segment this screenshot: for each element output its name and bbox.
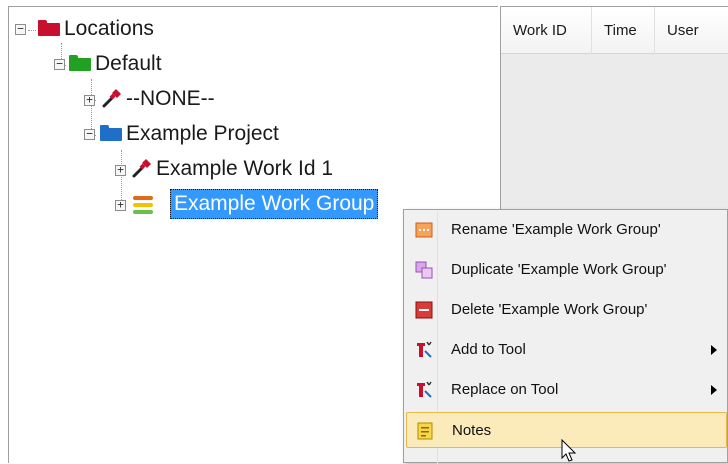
mouse-cursor-icon	[561, 439, 577, 462]
menu-item-rename[interactable]: Rename 'Example Work Group'	[406, 212, 727, 248]
submenu-arrow-icon	[711, 385, 717, 395]
menu-item-label: Replace on Tool	[451, 381, 559, 398]
submenu-arrow-icon	[711, 345, 717, 355]
tree-node-label: Example Work Id 1	[156, 157, 334, 180]
wrench-icon	[132, 159, 151, 178]
notes-icon	[417, 422, 433, 440]
add-to-tool-icon	[417, 341, 432, 358]
work-group-icon	[133, 196, 153, 214]
collapse-icon[interactable]: −	[15, 23, 26, 35]
menu-item-delete[interactable]: Delete 'Example Work Group'	[406, 292, 727, 328]
tree-connector	[28, 30, 36, 31]
collapse-icon[interactable]: −	[54, 58, 65, 70]
menu-item-label: Delete 'Example Work Group'	[451, 301, 648, 318]
tree-node-label: Locations	[64, 17, 154, 40]
blue-folder-icon	[100, 125, 122, 141]
menu-item-replace-on-tool[interactable]: Replace on Tool	[406, 372, 727, 408]
collapse-icon[interactable]: −	[84, 128, 95, 140]
expand-icon[interactable]: +	[84, 94, 95, 106]
column-header-time[interactable]: Time	[592, 7, 655, 54]
duplicate-icon	[415, 261, 433, 279]
menu-item-label: Duplicate 'Example Work Group'	[451, 261, 667, 278]
column-header-user[interactable]: User	[655, 7, 728, 54]
tree-node-label: --NONE--	[126, 87, 215, 110]
column-header-work-id[interactable]: Work ID	[501, 7, 592, 54]
expand-icon[interactable]: +	[115, 164, 126, 176]
delete-icon	[415, 301, 433, 319]
menu-item-label: Rename 'Example Work Group'	[451, 221, 661, 238]
tree-node-label: Default	[95, 52, 162, 75]
menu-item-label: Notes	[452, 422, 492, 439]
grid-header: Work ID Time User	[501, 7, 728, 54]
menu-item-add-to-tool[interactable]: Add to Tool	[406, 332, 727, 368]
tree-node-label-selected: Example Work Group	[170, 189, 379, 219]
menu-item-duplicate[interactable]: Duplicate 'Example Work Group'	[406, 252, 727, 288]
expand-icon[interactable]: +	[115, 199, 126, 211]
replace-on-tool-icon	[417, 381, 432, 398]
menu-item-label: Add to Tool	[451, 341, 526, 358]
tree-node-label: Example Project	[126, 122, 279, 145]
wrench-icon	[102, 89, 121, 108]
green-folder-icon	[69, 55, 91, 71]
context-menu: Rename 'Example Work Group' Duplicate 'E…	[403, 209, 728, 464]
red-folder-icon	[38, 20, 60, 36]
rename-icon	[415, 222, 433, 238]
